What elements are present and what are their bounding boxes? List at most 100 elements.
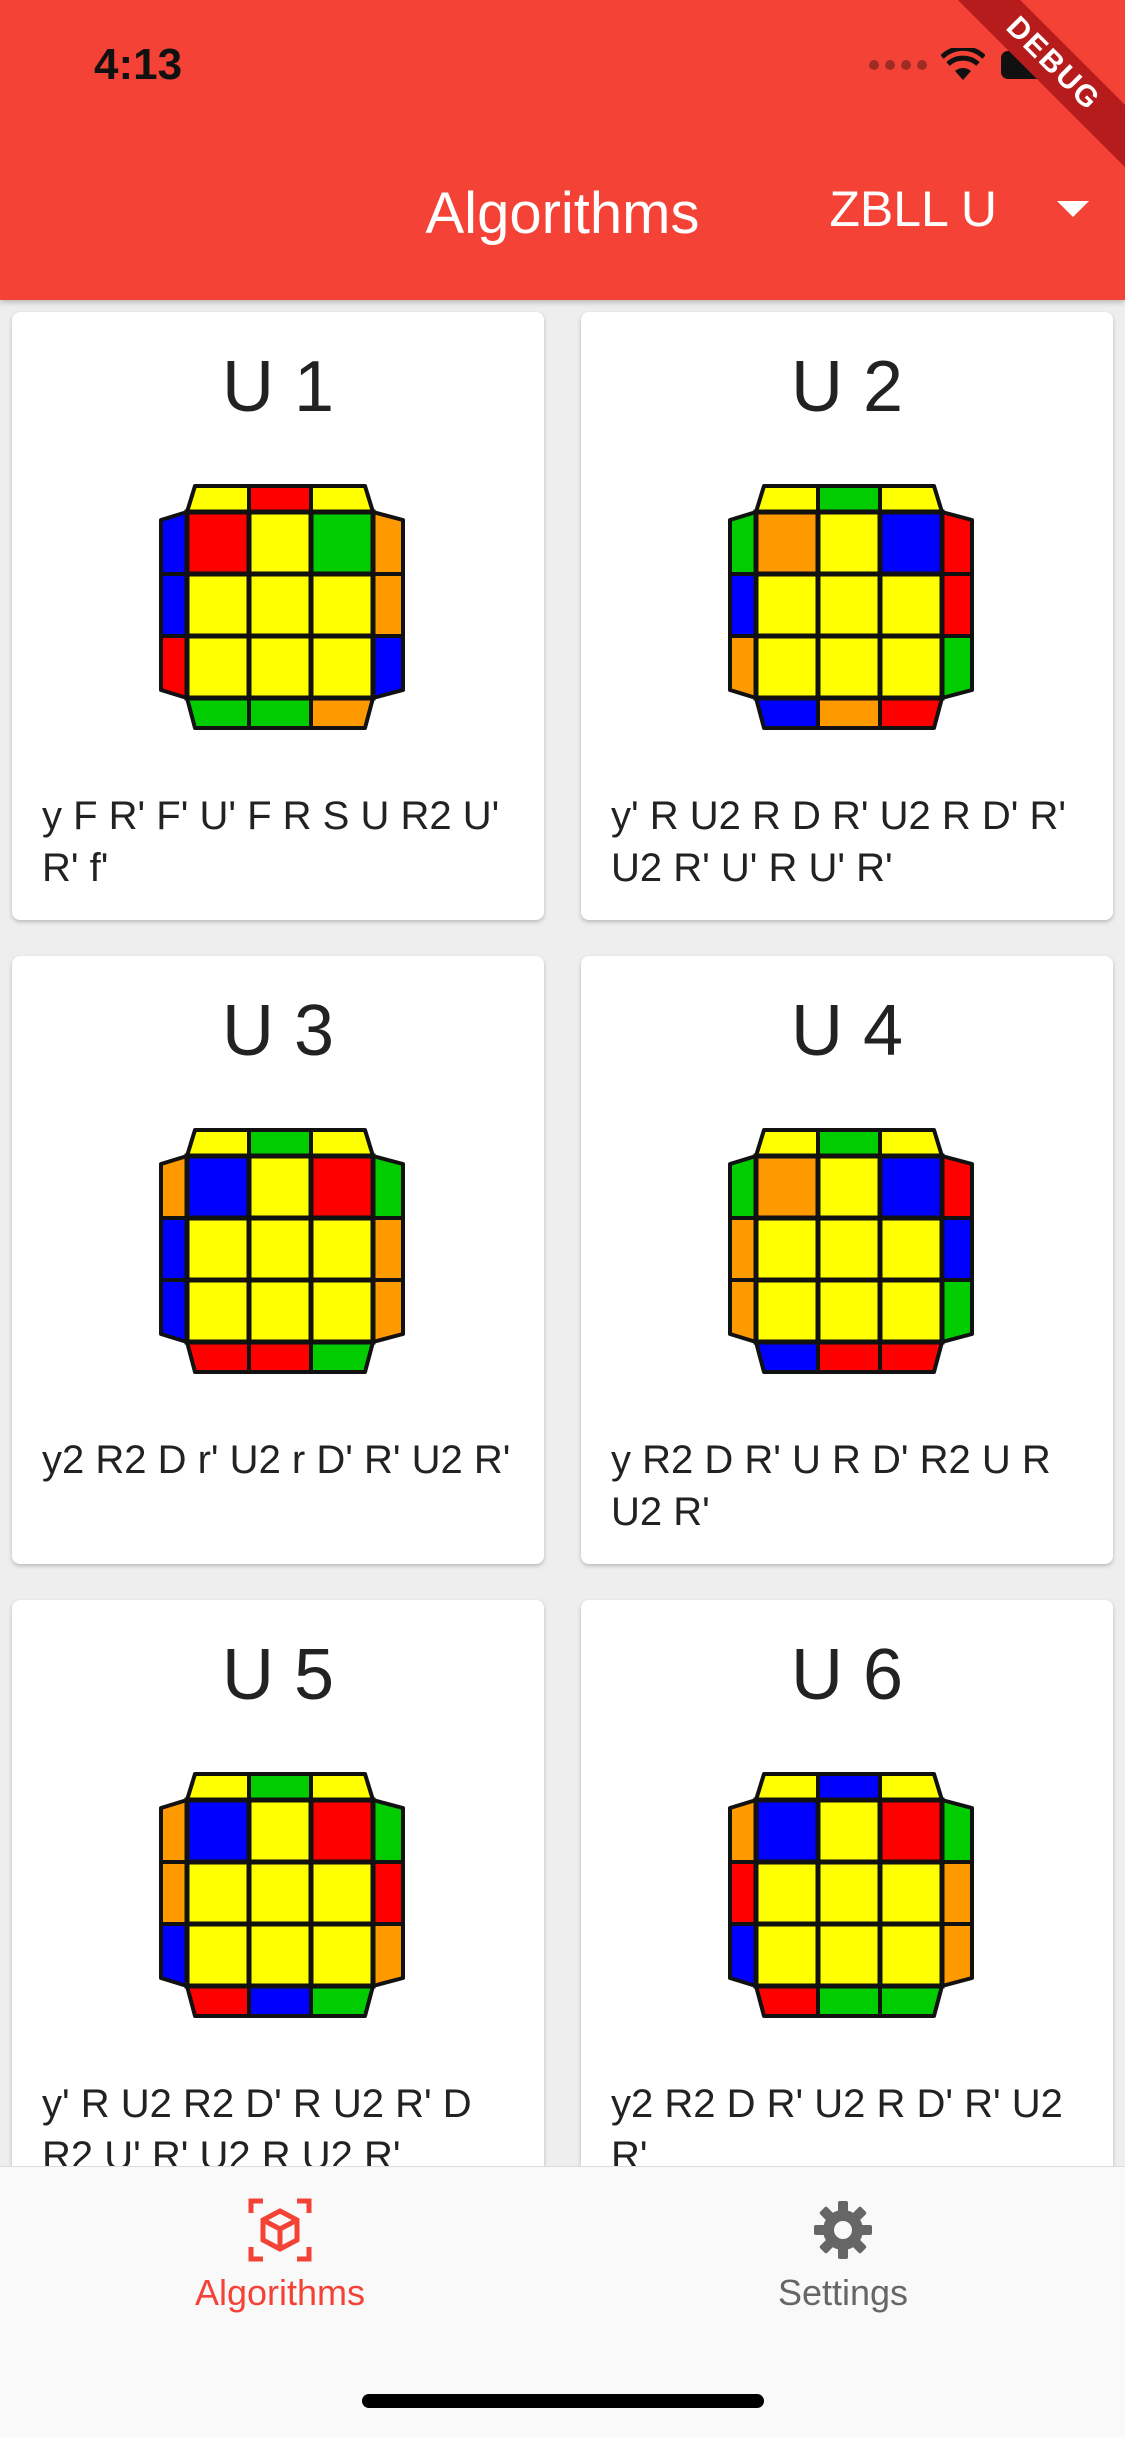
face-sticker — [815, 1277, 883, 1345]
right-sticker — [371, 634, 405, 700]
bottom-sticker — [247, 1340, 313, 1374]
left-sticker — [159, 572, 189, 638]
face-sticker — [753, 1797, 821, 1865]
app-bar: 4:13 DEBUG Algorithms ZBLL U — [0, 0, 1125, 300]
cube-diagram — [728, 484, 974, 730]
top-sticker — [878, 1772, 944, 1802]
algorithm-card[interactable]: U 1 y F R' F' U' F R S U R2 U' R' f' — [12, 312, 544, 920]
card-title: U 5 — [221, 1635, 335, 1715]
bottom-sticker — [754, 696, 820, 730]
cube-diagram — [159, 1128, 405, 1374]
face-sticker — [815, 571, 883, 639]
right-sticker — [940, 572, 974, 638]
right-sticker — [940, 1278, 974, 1344]
left-sticker — [728, 1860, 758, 1926]
bottom-sticker — [878, 696, 944, 730]
right-sticker — [940, 510, 974, 576]
top-sticker — [754, 1772, 820, 1802]
top-sticker — [309, 1128, 375, 1158]
face-sticker — [308, 1277, 376, 1345]
face-sticker — [246, 633, 314, 701]
face-sticker — [815, 1859, 883, 1927]
right-sticker — [371, 510, 405, 576]
card-algorithm: y' R U2 R D R' U2 R D' R' U2 R' U' R U' … — [611, 794, 1067, 890]
face-sticker — [753, 1859, 821, 1927]
face-sticker — [877, 1921, 945, 1989]
top-sticker — [247, 1128, 313, 1158]
left-sticker — [728, 1278, 758, 1344]
mode-dropdown-value: ZBLL U — [829, 181, 997, 237]
right-sticker — [940, 1154, 974, 1220]
right-sticker — [940, 1216, 974, 1282]
top-sticker — [754, 1128, 820, 1158]
algorithm-card[interactable]: U 4 y R2 D R' U R D' R2 U R U2 R' — [581, 956, 1113, 1564]
top-sticker — [185, 1128, 251, 1158]
bottom-sticker — [754, 1340, 820, 1374]
face-sticker — [877, 1859, 945, 1927]
left-sticker — [159, 1216, 189, 1282]
top-sticker — [816, 484, 882, 514]
face-sticker — [815, 1153, 883, 1221]
right-sticker — [371, 1154, 405, 1220]
left-sticker — [159, 510, 189, 576]
right-sticker — [371, 1278, 405, 1344]
algorithm-card[interactable]: U 6 y2 R2 D R' U2 R D' R' U2 R' — [581, 1600, 1113, 2208]
algorithm-card[interactable]: U 3 y2 R2 D r' U2 r D' R' U2 R' — [12, 956, 544, 1564]
mode-dropdown[interactable]: ZBLL U — [829, 180, 1109, 238]
top-sticker — [754, 484, 820, 514]
card-title: U 3 — [221, 991, 335, 1071]
wifi-icon — [941, 48, 985, 80]
algorithm-card[interactable]: U 5 y' R U2 R2 D' R U2 R' D R2 U' R' U2 … — [12, 1600, 544, 2208]
left-sticker — [159, 1154, 189, 1220]
algorithm-grid: U 1 y F R' F' U' F R S U R2 U' R' f' U 2… — [12, 312, 1113, 2208]
nav-label: Settings — [777, 2272, 909, 2313]
face-sticker — [753, 633, 821, 701]
top-sticker — [878, 484, 944, 514]
home-indicator — [362, 2394, 764, 2408]
face-sticker — [184, 1797, 252, 1865]
cube-diagram — [159, 484, 405, 730]
face-sticker — [877, 1215, 945, 1283]
bottom-sticker — [309, 1984, 375, 2018]
card-title: U 4 — [790, 991, 904, 1071]
cube-diagram — [728, 1128, 974, 1374]
left-sticker — [728, 1798, 758, 1864]
right-sticker — [371, 1798, 405, 1864]
bottom-sticker — [247, 1984, 313, 2018]
face-sticker — [815, 1215, 883, 1283]
face-sticker — [753, 1215, 821, 1283]
nav-item-settings[interactable]: Settings — [703, 2197, 983, 2314]
left-sticker — [728, 1922, 758, 1988]
bottom-sticker — [816, 1984, 882, 2018]
face-sticker — [184, 509, 252, 577]
face-sticker — [246, 1859, 314, 1927]
top-sticker — [309, 1772, 375, 1802]
card-title: U 1 — [221, 347, 335, 427]
bottom-sticker — [309, 1340, 375, 1374]
left-sticker — [728, 510, 758, 576]
face-sticker — [877, 633, 945, 701]
face-sticker — [877, 571, 945, 639]
face-sticker — [246, 509, 314, 577]
face-sticker — [877, 1153, 945, 1221]
algorithm-card[interactable]: U 2 y' R U2 R D R' U2 R D' R' U2 R' U' R… — [581, 312, 1113, 920]
face-sticker — [753, 509, 821, 577]
card-algorithm: y2 R2 D r' U2 r D' R' U2 R' — [42, 1438, 511, 1482]
top-sticker — [816, 1128, 882, 1158]
face-sticker — [815, 633, 883, 701]
face-sticker — [877, 1797, 945, 1865]
top-sticker — [247, 484, 313, 514]
left-sticker — [728, 1154, 758, 1220]
face-sticker — [877, 509, 945, 577]
left-sticker — [728, 1216, 758, 1282]
left-sticker — [159, 1860, 189, 1926]
nav-label: Algorithms — [194, 2272, 366, 2313]
nav-item-algorithms[interactable]: Algorithms — [140, 2197, 420, 2314]
bottom-sticker — [309, 696, 375, 730]
face-sticker — [184, 1277, 252, 1345]
cube-diagram — [728, 1772, 974, 2018]
top-sticker — [247, 1772, 313, 1802]
right-sticker — [371, 572, 405, 638]
card-title: U 2 — [790, 347, 904, 427]
left-sticker — [159, 634, 189, 700]
